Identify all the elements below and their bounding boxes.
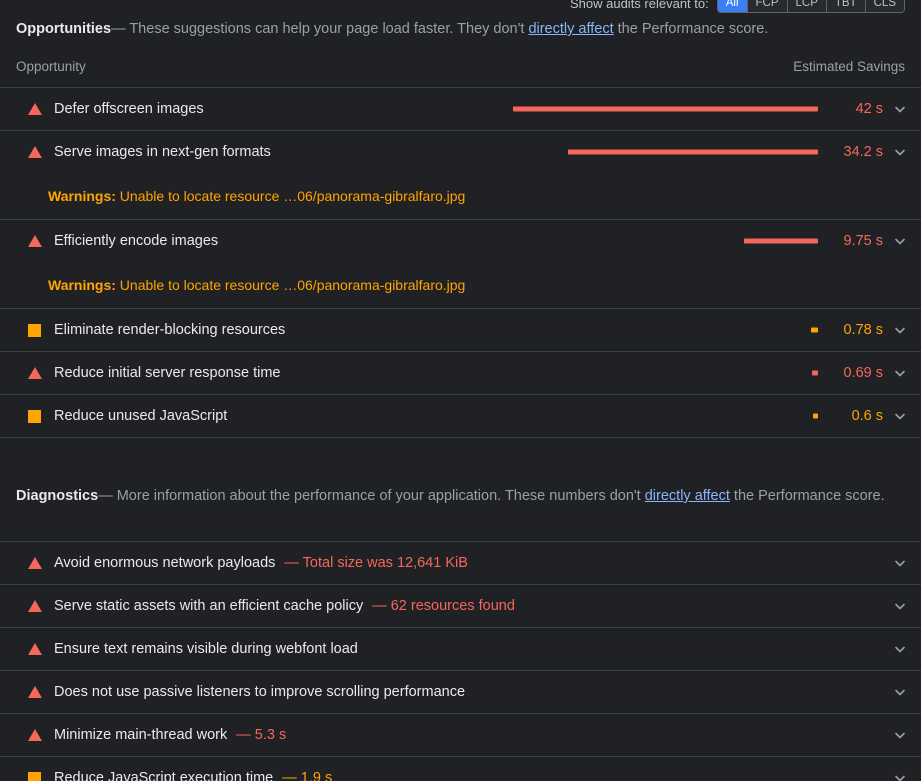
warning-triangle-icon <box>28 556 42 570</box>
opportunity-warning-row: Warnings: Unable to locate resource …06/… <box>0 262 921 308</box>
diagnostic-title: Avoid enormous network payloads <box>54 555 276 571</box>
chevron-down-icon[interactable] <box>893 323 907 337</box>
estimated-savings-value: 0.6 s <box>851 408 883 424</box>
estimated-savings-value: 42 s <box>855 101 883 117</box>
opportunity-row[interactable]: Reduce initial server response time 0.69 … <box>0 351 921 394</box>
diagnostic-subtitle: — 62 resources found <box>372 598 515 614</box>
opportunities-description: Opportunities— These suggestions can hel… <box>0 17 921 41</box>
chevron-down-icon[interactable] <box>893 556 907 570</box>
audit-filter-segmented-control[interactable]: All FCP LCP TBT CLS <box>716 0 905 13</box>
warning-triangle-icon <box>28 685 42 699</box>
warning-triangle-icon <box>28 366 42 380</box>
estimated-savings-value: 0.78 s <box>843 322 884 338</box>
estimated-savings-value: 0.69 s <box>843 365 884 381</box>
diagnostic-row[interactable]: Ensure text remains visible during webfo… <box>0 627 921 670</box>
filter-option-tbt[interactable]: TBT <box>825 0 865 12</box>
savings-bar <box>508 106 818 112</box>
diagnostic-title: Does not use passive listeners to improv… <box>54 684 466 700</box>
savings-bar <box>508 327 818 333</box>
chevron-down-icon[interactable] <box>893 771 907 781</box>
opportunity-title: Efficiently encode images <box>54 233 219 249</box>
diagnostic-title: Serve static assets with an efficient ca… <box>54 598 364 614</box>
opportunities-table: Defer offscreen images 42 s Serve images i… <box>0 87 921 438</box>
column-opportunity-label: Opportunity <box>16 59 86 74</box>
diagnostics-desc-part2: the Performance score. <box>729 488 885 504</box>
opportunity-row[interactable]: Eliminate render-blocking resources 0.78 … <box>0 308 921 351</box>
warning-message: Unable to locate resource …06/panorama-g… <box>115 188 466 204</box>
opportunity-warning-row: Warnings: Unable to locate resource …06/… <box>0 173 921 219</box>
filter-option-cls[interactable]: CLS <box>864 0 904 12</box>
filter-option-all[interactable]: All <box>717 0 747 12</box>
warning-text: Warnings: Unable to locate resource …06/… <box>48 186 465 206</box>
savings-bar <box>508 238 818 244</box>
opportunities-heading: Opportunities <box>16 21 112 37</box>
warning-message: Unable to locate resource …06/panorama-g… <box>115 277 466 293</box>
opportunity-title: Eliminate render-blocking resources <box>54 322 286 338</box>
opportunity-row[interactable]: Defer offscreen images 42 s <box>0 87 921 130</box>
diagnostic-title: Minimize main-thread work <box>54 727 228 743</box>
opportunities-column-header: Opportunity Estimated Savings <box>0 57 921 77</box>
chevron-down-icon[interactable] <box>893 234 907 248</box>
chevron-down-icon[interactable] <box>893 642 907 656</box>
opportunities-desc-part1: — These suggestions can help your page l… <box>111 21 529 37</box>
diagnostic-row[interactable]: Reduce JavaScript execution time — 1.9 s <box>0 756 921 781</box>
chevron-down-icon[interactable] <box>893 102 907 116</box>
warning-triangle-icon <box>28 234 42 248</box>
diagnostic-title: Ensure text remains visible during webfo… <box>54 641 358 657</box>
warning-triangle-icon <box>28 102 42 116</box>
diagnostics-desc-part1: — More information about the performance… <box>98 488 645 504</box>
estimated-savings-value: 9.75 s <box>843 233 884 249</box>
diagnostics-description: Diagnostics— More information about the … <box>0 484 921 508</box>
warning-text: Warnings: Unable to locate resource …06/… <box>48 275 465 295</box>
opportunity-title: Reduce initial server response time <box>54 365 281 381</box>
opportunities-desc-part2: the Performance score. <box>613 21 769 37</box>
estimated-savings-value: 34.2 s <box>843 144 884 160</box>
opportunity-title: Serve images in next-gen formats <box>54 144 271 160</box>
diagnostic-title: Reduce JavaScript execution time <box>54 770 274 781</box>
directly-affect-link[interactable]: directly affect <box>528 21 613 37</box>
warning-triangle-icon <box>28 728 42 742</box>
warning-square-icon <box>28 323 42 337</box>
chevron-down-icon[interactable] <box>893 599 907 613</box>
diagnostic-row[interactable]: Does not use passive listeners to improv… <box>0 670 921 713</box>
diagnostic-row[interactable]: Serve static assets with an efficient ca… <box>0 584 921 627</box>
chevron-down-icon[interactable] <box>893 685 907 699</box>
filter-option-lcp[interactable]: LCP <box>786 0 826 12</box>
warning-square-icon <box>28 771 42 781</box>
filter-option-fcp[interactable]: FCP <box>746 0 787 12</box>
chevron-down-icon[interactable] <box>893 366 907 380</box>
table-divider <box>0 437 921 438</box>
opportunity-row[interactable]: Efficiently encode images 9.75 s <box>0 219 921 262</box>
savings-bar <box>508 370 818 376</box>
warning-triangle-icon <box>28 599 42 613</box>
diagnostic-subtitle: — 5.3 s <box>236 727 287 743</box>
opportunity-row[interactable]: Serve images in next-gen formats 34.2 s <box>0 130 921 173</box>
directly-affect-link[interactable]: directly affect <box>645 488 730 504</box>
diagnostic-row[interactable]: Minimize main-thread work — 5.3 s <box>0 713 921 756</box>
chevron-down-icon[interactable] <box>893 728 907 742</box>
lighthouse-performance-report: Show audits relevant to: All FCP LCP TBT… <box>0 0 921 781</box>
audit-filter-bar: Show audits relevant to: All FCP LCP TBT… <box>0 0 921 14</box>
diagnostic-row[interactable]: Avoid enormous network payloads — Total s… <box>0 541 921 584</box>
opportunity-row[interactable]: Reduce unused JavaScript 0.6 s <box>0 394 921 437</box>
column-estimated-savings-label: Estimated Savings <box>793 59 905 74</box>
warning-triangle-icon <box>28 145 42 159</box>
opportunity-title: Defer offscreen images <box>54 101 204 117</box>
diagnostics-heading: Diagnostics <box>16 488 99 504</box>
warning-label: Warnings: <box>48 188 116 204</box>
warning-triangle-icon <box>28 642 42 656</box>
savings-bar <box>508 149 818 155</box>
audit-filter-label: Show audits relevant to: <box>569 0 709 11</box>
diagnostic-subtitle: — 1.9 s <box>282 770 333 781</box>
warning-square-icon <box>28 409 42 423</box>
diagnostics-table: Avoid enormous network payloads — Total s… <box>0 541 921 781</box>
chevron-down-icon[interactable] <box>893 409 907 423</box>
savings-bar <box>508 413 818 419</box>
diagnostic-subtitle: — Total size was 12,641 KiB <box>284 555 468 571</box>
chevron-down-icon[interactable] <box>893 145 907 159</box>
warning-label: Warnings: <box>48 277 116 293</box>
opportunity-title: Reduce unused JavaScript <box>54 408 228 424</box>
